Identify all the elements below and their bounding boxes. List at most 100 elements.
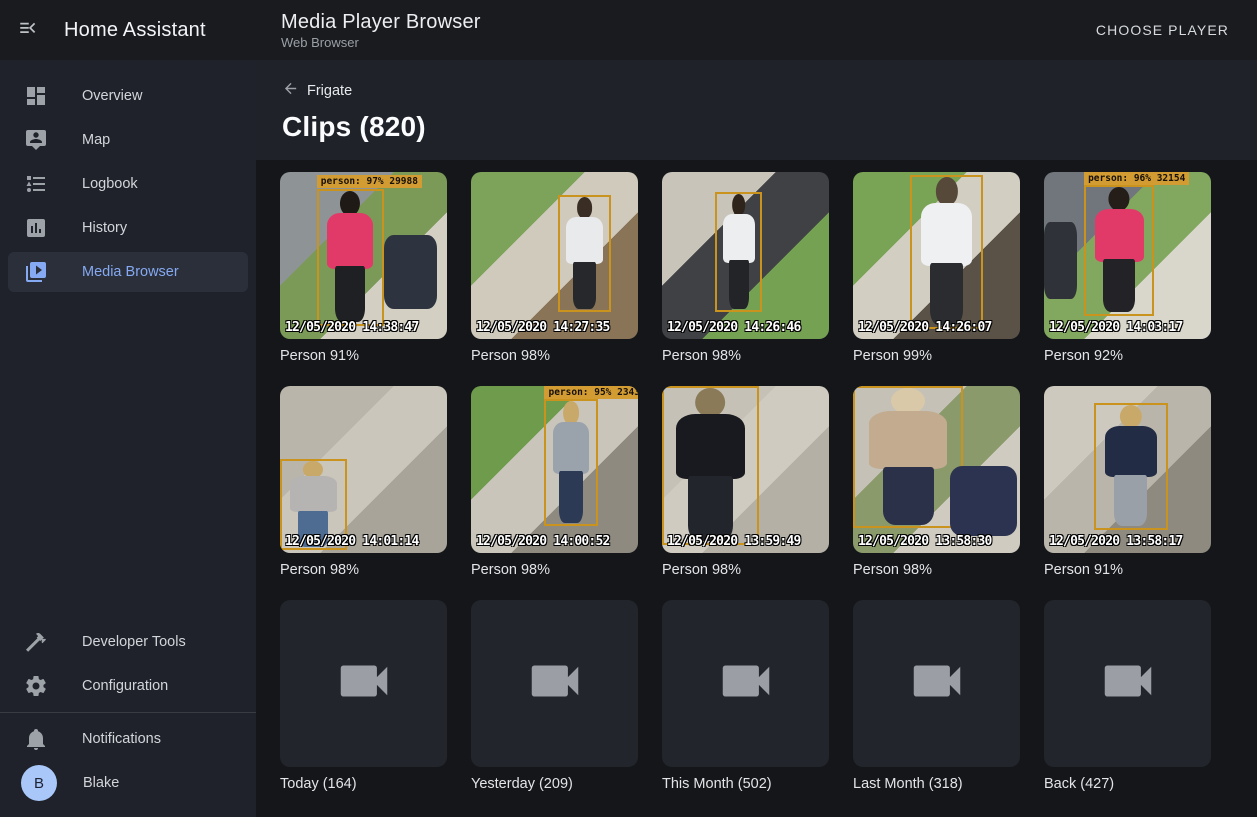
clip-card[interactable]: 12/05/2020 14:26:46 Person 98% [662, 172, 829, 364]
breadcrumb-label: Frigate [307, 83, 352, 99]
choose-player-button[interactable]: CHOOSE PLAYER [1088, 14, 1237, 46]
person-silhouette-head [891, 388, 925, 414]
person-silhouette-head [577, 197, 593, 218]
sidebar-item-label: Overview [82, 88, 142, 104]
detection-bounding-box [1084, 185, 1154, 315]
arrow-left-icon [282, 80, 299, 101]
clip-card[interactable]: 12/05/2020 14:27:35 Person 98% [471, 172, 638, 364]
clips-grid: person: 97% 29988 12/05/2020 14:38:47 Pe… [280, 172, 1233, 792]
person-silhouette-head [1120, 405, 1142, 428]
clip-thumbnail: person: 95% 23432 12/05/2020 14:00:52 [471, 386, 638, 553]
sidebar-item-map[interactable]: Map [8, 120, 248, 160]
folder-card[interactable]: Yesterday (209) [471, 600, 638, 792]
person-silhouette-legs [559, 471, 583, 523]
clip-thumbnail: 12/05/2020 14:01:14 [280, 386, 447, 553]
sidebar-item-logbook[interactable]: Logbook [8, 164, 248, 204]
clip-caption: Person 92% [1044, 348, 1211, 364]
person-silhouette-legs [883, 467, 934, 525]
breadcrumb-back[interactable]: Frigate [282, 80, 352, 101]
person-silhouette-head [732, 194, 746, 216]
detection-label: person: 97% 29988 [317, 175, 422, 188]
person-silhouette-head [340, 191, 360, 216]
sidebar: Overview Map Logbook History Media Brows [0, 60, 256, 817]
sidebar-item-label: Notifications [82, 731, 161, 747]
person-silhouette-head [563, 401, 579, 424]
sidebar-item-configuration[interactable]: Configuration [8, 666, 248, 706]
clip-caption: Person 98% [853, 562, 1020, 578]
bell-icon [24, 727, 48, 751]
sidebar-item-history[interactable]: History [8, 208, 248, 248]
timestamp-overlay: 12/05/2020 14:27:35 [476, 320, 610, 335]
list-bulleted-icon [24, 172, 48, 196]
person-silhouette-torso [566, 217, 603, 264]
detection-bounding-box [558, 195, 611, 312]
sidebar-item-notifications[interactable]: Notifications [8, 719, 248, 759]
sidebar-footer-nav: Developer Tools Configuration Notificati… [0, 618, 256, 817]
media-browser-panel: Frigate Clips (820) person: 97% 29988 12… [256, 60, 1257, 817]
hammer-icon [24, 630, 48, 654]
person-silhouette-legs [688, 476, 733, 541]
clip-card[interactable]: 12/05/2020 13:58:17 Person 91% [1044, 386, 1211, 578]
clip-card[interactable]: 12/05/2020 13:59:49 Person 98% [662, 386, 829, 578]
folder-card[interactable]: This Month (502) [662, 600, 829, 792]
person-silhouette-head [1109, 187, 1130, 211]
person-silhouette-legs [335, 266, 365, 322]
timestamp-overlay: 12/05/2020 14:01:14 [285, 534, 419, 549]
app-header: Home Assistant Media Player Browser Web … [0, 0, 1257, 60]
video-camera-icon [715, 650, 777, 717]
detection-bounding-box [317, 189, 384, 326]
person-silhouette-torso [676, 414, 745, 479]
sidebar-toggle-button[interactable] [4, 6, 52, 54]
page-title-block: Media Player Browser Web Browser [281, 11, 481, 50]
folder-caption: Yesterday (209) [471, 776, 638, 792]
sidebar-item-developer-tools[interactable]: Developer Tools [8, 622, 248, 662]
video-camera-icon [333, 650, 395, 717]
detection-label: person: 95% 23432 [544, 386, 638, 399]
clip-thumbnail: 12/05/2020 14:26:07 [853, 172, 1020, 339]
detection-label: person: 96% 32154 [1084, 172, 1189, 185]
sidebar-header: Home Assistant [0, 6, 256, 54]
clip-caption: Person 98% [662, 562, 829, 578]
clip-thumbnail: 12/05/2020 14:26:46 [662, 172, 829, 339]
timestamp-overlay: 12/05/2020 13:58:17 [1049, 534, 1183, 549]
detection-bounding-box [544, 399, 597, 526]
folder-thumbnail [853, 600, 1020, 767]
person-silhouette-torso [1095, 209, 1144, 262]
stroller-silhouette [1044, 222, 1077, 299]
sidebar-item-label: Developer Tools [82, 634, 186, 650]
timestamp-overlay: 12/05/2020 13:58:30 [858, 534, 992, 549]
person-silhouette-torso [290, 476, 336, 512]
folder-thumbnail [471, 600, 638, 767]
person-silhouette-head [935, 177, 957, 205]
folder-card[interactable]: Today (164) [280, 600, 447, 792]
media-browser-content[interactable]: person: 97% 29988 12/05/2020 14:38:47 Pe… [256, 160, 1257, 817]
clip-card[interactable]: person: 96% 32154 12/05/2020 14:03:17 Pe… [1044, 172, 1211, 364]
folder-caption: This Month (502) [662, 776, 829, 792]
person-silhouette-legs [930, 263, 963, 326]
view-dashboard-icon [24, 84, 48, 108]
clip-thumbnail: person: 96% 32154 12/05/2020 14:03:17 [1044, 172, 1211, 339]
video-camera-icon [1097, 650, 1159, 717]
tooltip-account-icon [24, 128, 48, 152]
person-silhouette-torso [869, 411, 948, 469]
person-silhouette-legs [729, 260, 750, 309]
person-silhouette-torso [1105, 426, 1156, 478]
folder-card[interactable]: Last Month (318) [853, 600, 1020, 792]
timestamp-overlay: 12/05/2020 14:26:07 [858, 320, 992, 335]
clip-card[interactable]: person: 97% 29988 12/05/2020 14:38:47 Pe… [280, 172, 447, 364]
sidebar-item-profile[interactable]: B Blake [8, 763, 248, 803]
clip-card[interactable]: person: 95% 23432 12/05/2020 14:00:52 Pe… [471, 386, 638, 578]
clip-card[interactable]: 12/05/2020 13:58:30 Person 98% [853, 386, 1020, 578]
clip-card[interactable]: 12/05/2020 14:26:07 Person 99% [853, 172, 1020, 364]
clip-thumbnail: 12/05/2020 13:59:49 [662, 386, 829, 553]
clip-card[interactable]: 12/05/2020 14:01:14 Person 98% [280, 386, 447, 578]
chart-box-icon [24, 216, 48, 240]
sidebar-item-label: History [82, 220, 127, 236]
clip-caption: Person 91% [280, 348, 447, 364]
folder-card[interactable]: Back (427) [1044, 600, 1211, 792]
folder-caption: Last Month (318) [853, 776, 1020, 792]
sidebar-item-media-browser[interactable]: Media Browser [8, 252, 248, 292]
sidebar-item-overview[interactable]: Overview [8, 76, 248, 116]
timestamp-overlay: 12/05/2020 13:59:49 [667, 534, 801, 549]
detection-bounding-box [910, 175, 983, 329]
